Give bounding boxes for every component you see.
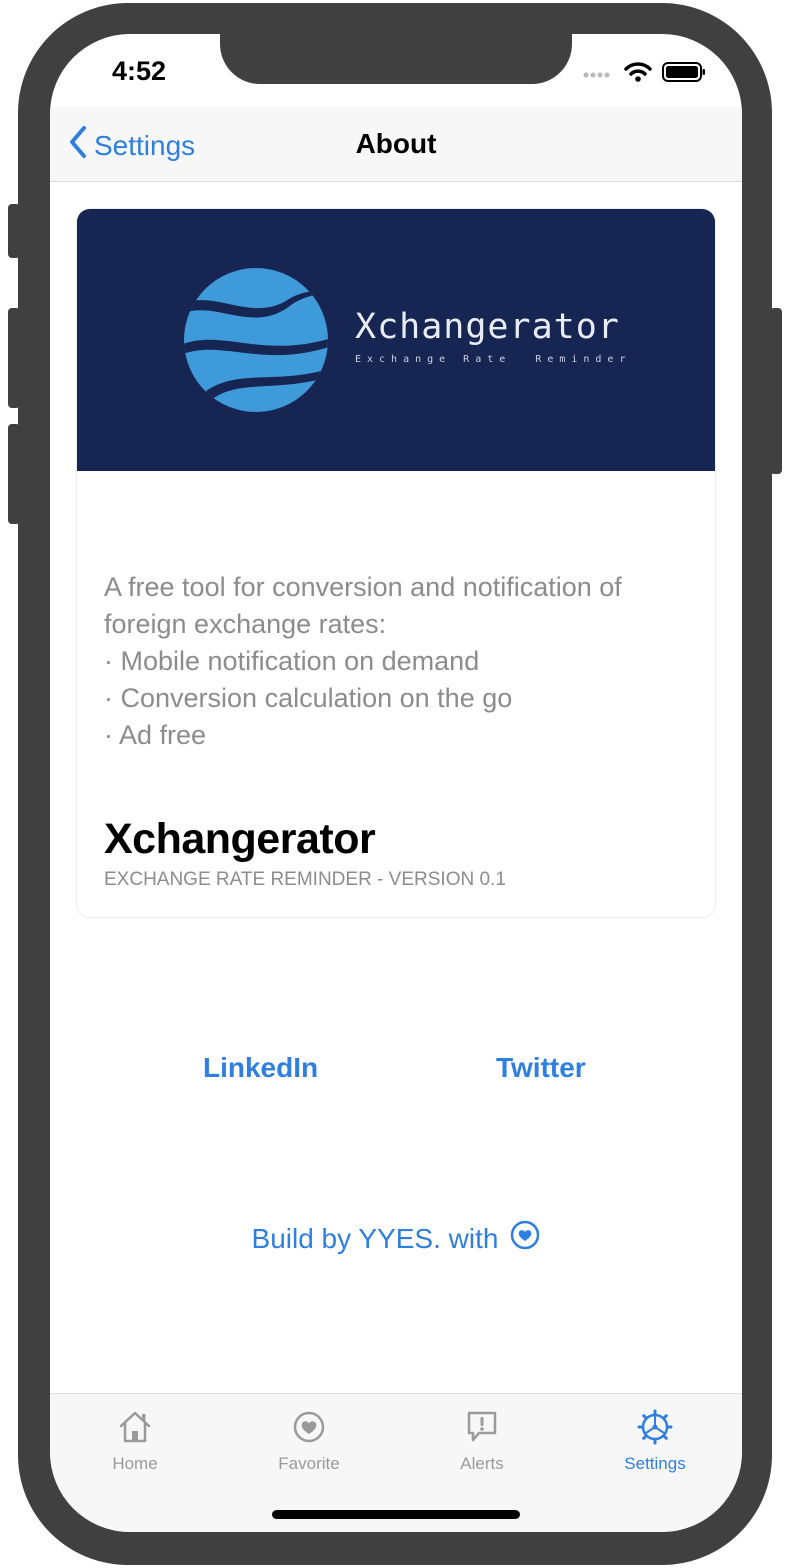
credit-line: Build by YYES. with: [50, 1220, 742, 1257]
heart-icon: [244, 1408, 374, 1446]
home-indicator[interactable]: [272, 1510, 520, 1519]
tab-home-label: Home: [112, 1454, 158, 1473]
about-card: Xchangerator Exchange Rate Reminder A fr…: [76, 208, 716, 918]
tab-settings-label: Settings: [624, 1454, 686, 1473]
app-version-text: EXCHANGE RATE REMINDER - VERSION 0.1: [104, 869, 506, 890]
app-name-heading: Xchangerator: [104, 815, 376, 863]
globe-logo-icon: [181, 265, 331, 420]
volume-down-button: [8, 424, 20, 524]
status-time: 4:52: [112, 56, 167, 86]
twitter-link[interactable]: Twitter: [496, 1052, 586, 1084]
battery-icon: [662, 61, 706, 88]
banner-app-name: Xchangerator: [355, 307, 620, 347]
volume-up-button: [8, 308, 20, 408]
mute-switch: [8, 204, 20, 258]
tab-alerts-label: Alerts: [460, 1454, 504, 1473]
linkedin-link[interactable]: LinkedIn: [203, 1052, 318, 1084]
heart-icon: [510, 1220, 540, 1257]
description-intro: A free tool for conversion and notificat…: [104, 572, 622, 639]
signal-icon: [582, 66, 614, 84]
credit-text: Build by YYES. with: [251, 1222, 499, 1254]
description-bullet: · Conversion calculation on the go: [104, 683, 513, 713]
description-bullet: · Ad free: [104, 720, 207, 750]
alert-icon: [417, 1408, 547, 1446]
status-icons: [582, 61, 706, 88]
tab-settings[interactable]: Settings: [590, 1408, 720, 1474]
navigation-bar: Settings About: [50, 107, 742, 182]
wifi-icon: [624, 61, 652, 88]
page-title: About: [355, 128, 437, 159]
banner-tagline: Exchange Rate Reminder: [355, 354, 632, 365]
screen: 4:52 Settings About Xchangerator Exchang…: [50, 34, 742, 1532]
description-bullet: · Mobile notification on demand: [104, 646, 480, 676]
home-icon: [70, 1408, 200, 1446]
app-description: A free tool for conversion and notificat…: [104, 569, 694, 754]
notch: [220, 34, 572, 84]
tab-home[interactable]: Home: [70, 1408, 200, 1474]
tab-alerts[interactable]: Alerts: [417, 1408, 547, 1474]
gear-icon: [590, 1408, 720, 1446]
tab-favorite-label: Favorite: [278, 1454, 340, 1473]
power-button: [770, 308, 782, 474]
tab-favorite[interactable]: Favorite: [244, 1408, 374, 1474]
app-banner: Xchangerator Exchange Rate Reminder: [77, 209, 715, 471]
